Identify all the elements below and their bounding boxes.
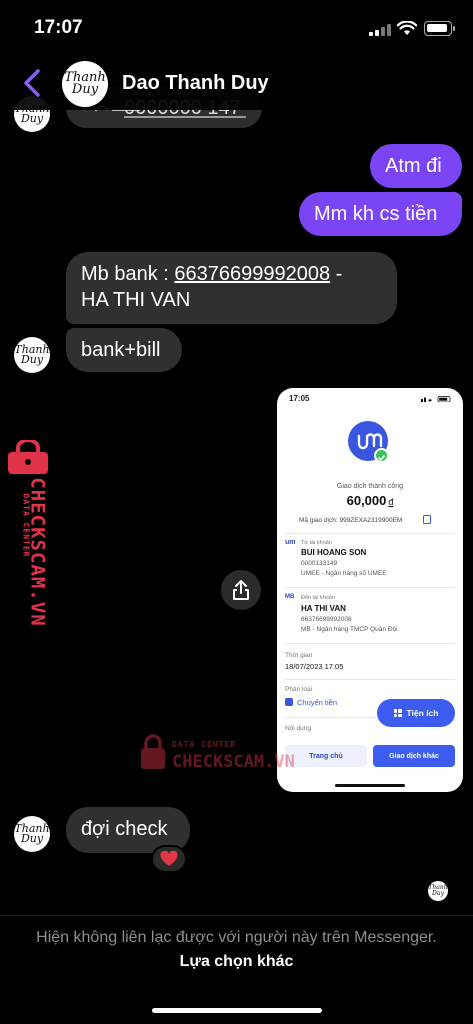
unavailable-notice: Hiện không liên lạc được với người này t… bbox=[20, 926, 453, 974]
message-text: Mb bank : bbox=[81, 263, 175, 285]
transaction-code: Mã giao dịch: 999ZEXA2319900EM bbox=[299, 517, 403, 524]
to-bank: MB - Ngân hàng TMCP Quân Đội bbox=[301, 626, 398, 633]
to-label: Đến tài khoản bbox=[301, 595, 335, 601]
to-name: HA THI VAN bbox=[301, 604, 346, 613]
time-value: 18/07/2023 17:05 bbox=[285, 662, 344, 671]
incoming-message-bubble[interactable]: bank+bill bbox=[66, 328, 182, 372]
home-indicator[interactable] bbox=[152, 1008, 322, 1013]
status-bar: 17:07 bbox=[0, 0, 473, 56]
category-label: Phân loại bbox=[285, 686, 313, 693]
incoming-message-bubble[interactable]: Mb bank : 66376699992008 - HA THI VAN bbox=[66, 252, 397, 324]
message-text: - bbox=[330, 263, 343, 285]
outgoing-message-bubble[interactable]: Atm đi bbox=[370, 144, 462, 188]
divider bbox=[285, 533, 455, 534]
watermark-brand: CHECKSCAM.VN bbox=[172, 752, 295, 772]
to-account: 66376699992008 bbox=[301, 616, 352, 623]
wifi-icon bbox=[397, 21, 417, 35]
mb-bank-logo-icon: MB bbox=[285, 594, 295, 600]
receipt-status-time: 17:05 bbox=[289, 394, 310, 403]
transaction-status: Giao dịch thành công bbox=[336, 483, 404, 490]
notice-text: Hiện không liên lạc được với người này t… bbox=[36, 929, 437, 946]
from-label: Từ tài khoản bbox=[301, 540, 332, 546]
heart-icon bbox=[160, 851, 178, 866]
divider bbox=[285, 679, 455, 680]
from-bank: UMEE - Ngân hàng số UMEE bbox=[301, 570, 387, 577]
content-label: Nội dung bbox=[285, 725, 312, 732]
umee-small-logo-icon: um bbox=[285, 539, 296, 546]
other-transaction-button: Giao dịch khác bbox=[373, 745, 455, 767]
watermark-tagline: DATA CENTER bbox=[172, 740, 236, 749]
copy-icon bbox=[423, 515, 431, 524]
receipt-home-indicator bbox=[335, 784, 405, 787]
receipt-image-attachment[interactable]: 17:05 Giao dịch thành công 60,000 đ Mã gi… bbox=[277, 388, 463, 792]
divider bbox=[285, 587, 455, 588]
grid-icon bbox=[393, 709, 402, 717]
battery-icon bbox=[424, 21, 455, 36]
status-time: 17:07 bbox=[34, 17, 83, 38]
success-check-icon bbox=[374, 448, 389, 463]
from-name: BUI HOANG SON bbox=[301, 548, 367, 557]
utilities-button: Tiện ích bbox=[377, 699, 455, 727]
watermark-tagline: DATA CENTER bbox=[21, 493, 31, 558]
watermark-lock-logo bbox=[141, 734, 165, 769]
header-avatar[interactable]: Thanh Duy bbox=[62, 61, 108, 107]
contact-avatar[interactable]: Thanh Duy bbox=[14, 816, 50, 852]
cellular-signal-icon bbox=[369, 24, 391, 36]
footer-divider bbox=[0, 915, 473, 916]
receipt-status-icons bbox=[421, 396, 451, 402]
account-number-link[interactable]: 66376699992008 bbox=[174, 263, 330, 285]
divider bbox=[285, 643, 455, 644]
time-label: Thời gian bbox=[285, 652, 313, 659]
watermark-lock-logo bbox=[8, 440, 48, 474]
other-options-link[interactable]: Lựa chọn khác bbox=[180, 953, 294, 970]
conversation-header: Thanh Duy Dao Thanh Duy bbox=[0, 56, 473, 110]
outgoing-message-bubble[interactable]: Mm kh cs tiền bbox=[299, 192, 462, 236]
share-button[interactable] bbox=[221, 570, 261, 610]
contact-avatar[interactable]: Thanh Duy bbox=[14, 337, 50, 373]
contact-name[interactable]: Dao Thanh Duy bbox=[122, 72, 269, 95]
back-chevron-icon[interactable] bbox=[18, 66, 48, 100]
seen-indicator-avatar: Thanh Duy bbox=[428, 881, 448, 901]
from-account: 0000133149 bbox=[301, 560, 338, 567]
home-button: Trang chủ bbox=[285, 745, 367, 767]
message-text: HA THI VAN bbox=[81, 289, 191, 311]
share-icon bbox=[233, 580, 249, 600]
category-value: Chuyển tiền bbox=[297, 698, 338, 707]
transfer-icon bbox=[285, 698, 293, 706]
heart-reaction[interactable] bbox=[151, 845, 187, 873]
transaction-amount: 60,000 đ bbox=[346, 493, 394, 508]
